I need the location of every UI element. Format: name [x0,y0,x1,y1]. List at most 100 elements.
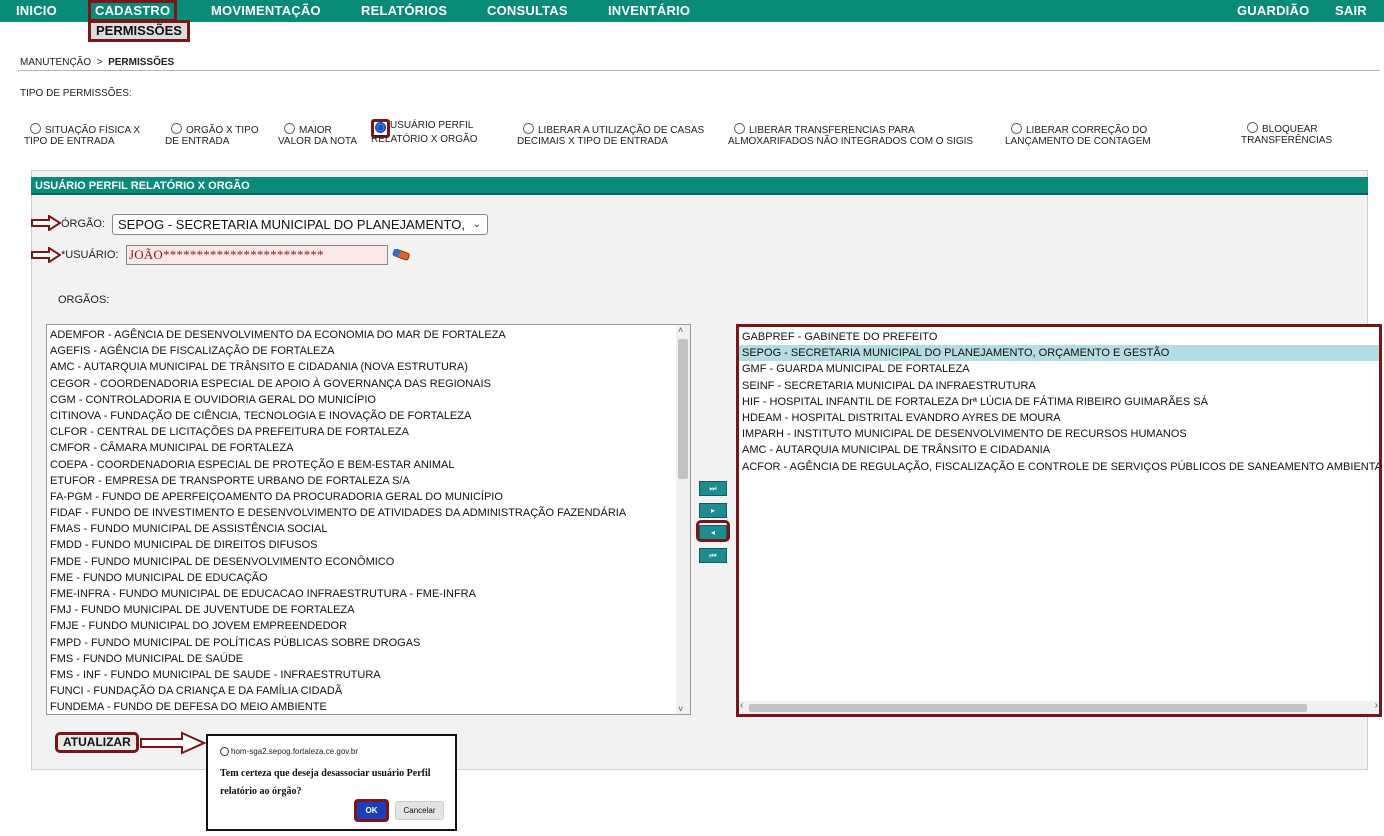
dialog-host: hom-sga2.sepog.fortaleza.ce.gov.br [220,747,358,756]
nav-consultas[interactable]: CONSULTAS [487,3,568,18]
list-item[interactable]: SEPOG - SECRETARIA MUNICIPAL DO PLANEJAM… [739,345,1379,362]
move-all-left-button[interactable]: ⏮ [699,548,727,563]
move-all-right-button[interactable]: ⏭ [699,481,727,496]
radio-label-line2: VALOR DA NOTA [278,136,358,147]
breadcrumb-separator: > [96,57,103,68]
scroll-left-icon[interactable]: ‹ [740,700,743,711]
list-item[interactable]: FMDD - FUNDO MUNICIPAL DE DIREITOS DIFUS… [47,537,690,553]
breadcrumb-parent[interactable]: MANUTENÇÃO [20,57,91,68]
radio-label-line2: DECIMAIS X TIPO DE ENTRADA [517,136,668,147]
radio-option-maior-valor-nota[interactable]: MAIOR VALOR DA NOTA [278,123,357,147]
list-item[interactable]: FMDE - FUNDO MUNICIPAL DE DESENVOLVIMENT… [47,554,690,570]
dialog-host-text: hom-sga2.sepog.fortaleza.ce.gov.br [231,747,359,756]
orgao-label: ÓRGÃO: [61,218,106,230]
move-right-button[interactable]: ▸ [699,503,727,518]
radio-option-orgao-tipo-entrada[interactable]: ORGÃO X TIPO DE ENTRADA [165,123,259,147]
radio-option-liberar-transferencias[interactable]: LIBERAR TRANSFERENCIAS PARA ALMOXARIFADO… [728,123,973,147]
list-item[interactable]: AMC - AUTARQUIA MUNICIPAL DE TRÂNSITO E … [739,442,1379,458]
scrollbar-thumb[interactable] [749,704,1307,712]
radio-button[interactable] [171,123,182,134]
list-item[interactable]: HIF - HOSPITAL INFANTIL DE FORTALEZA Drª… [739,394,1379,410]
list-item[interactable]: CITINOVA - FUNDAÇÃO DE CIÊNCIA, TECNOLOG… [47,408,690,424]
atualizar-button[interactable]: ATUALIZAR [55,732,139,753]
radio-button[interactable] [30,123,41,134]
list-item[interactable]: FA-PGM - FUNDO DE APERFEIÇOAMENTO DA PRO… [47,489,690,505]
selected-orgaos-list[interactable]: GABPREF - GABINETE DO PREFEITO SEPOG - SE… [736,324,1382,717]
scroll-right-icon[interactable]: › [1375,700,1378,711]
list-item[interactable]: FMJ - FUNDO MUNICIPAL DE JUVENTUDE DE FO… [47,602,690,618]
submenu-permissoes[interactable]: PERMISSÕES [88,20,190,42]
list-item[interactable]: FME-INFRA - FUNDO MUNICIPAL DE EDUCACAO … [47,586,690,602]
radio-label-line2: ALMOXARIFADOS NÃO INTEGRADOS COM O SIGIS [728,136,974,147]
nav-inventario[interactable]: INVENTÁRIO [608,3,690,18]
scroll-up-icon[interactable]: ˄ [678,325,683,335]
orgao-select-value: SEPOG - SECRETARIA MUNICIPAL DO PLANEJAM… [118,217,465,232]
scrollbar-thumb[interactable] [678,339,688,479]
radio-button[interactable] [1247,122,1258,133]
usuario-field[interactable]: JOÃO************************ [126,245,388,265]
radio-option-liberar-correcao[interactable]: LIBERAR CORREÇÃO DO LANÇAMENTO DE CONTAG… [1005,123,1151,147]
list-item[interactable]: AGEFIS - AGÊNCIA DE FISCALIZAÇÃO DE FORT… [47,343,690,359]
list-item[interactable]: FME - FUNDO MUNICIPAL DE EDUCAÇÃO [47,570,690,586]
list-item[interactable]: CEGOR - COORDENADORIA ESPECIAL DE APOIO … [47,376,690,392]
list-item[interactable]: ADEMFOR - AGÊNCIA DE DESENVOLVIMENTO DA … [47,327,690,343]
cancel-button[interactable]: Cancelar [395,801,444,820]
radio-label-line1: LIBERAR TRANSFERENCIAS PARA [749,125,915,136]
list-item[interactable]: ETUFOR - EMPRESA DE TRANSPORTE URBANO DE… [47,473,690,489]
list-item[interactable]: CGM - CONTROLADORIA E OUVIDORIA GERAL DO… [47,392,690,408]
list-item[interactable]: FUNCI - FUNDAÇÃO DA CRIANÇA E DA FAMÍLIA… [47,683,690,699]
nav-guardiao[interactable]: GUARDIÃO [1237,3,1309,18]
radio-button[interactable] [523,123,534,134]
list-item[interactable]: AMC - AUTARQUIA MUNICIPAL DE TRÂNSITO E … [47,359,690,375]
nav-sair[interactable]: SAIR [1335,3,1367,18]
list-item[interactable]: HDEAM - HOSPITAL DISTRITAL EVANDRO AYRES… [739,410,1379,426]
list-item[interactable]: FMJE - FUNDO MUNICIPAL DO JOVEM EMPREEND… [47,618,690,634]
radio-label-line1: USUÁRIO PERFIL [390,120,474,131]
list-item[interactable]: FMAS - FUNDO MUNICIPAL DE ASSISTÊNCIA SO… [47,521,690,537]
breadcrumb: MANUTENÇÃO > PERMISSÕES [20,57,174,68]
radio-label-line2: DE ENTRADA [165,136,230,147]
chevron-down-icon: ⌄ [472,219,481,230]
list-item[interactable]: SEINF - SECRETARIA MUNICIPAL DA INFRAEST… [739,378,1379,394]
nav-movimentacao[interactable]: MOVIMENTAÇÃO [211,3,321,18]
list-item[interactable]: GABPREF - GABINETE DO PREFEITO [739,329,1379,345]
radio-label-line1: BLOQUEAR [1262,124,1318,135]
radio-label-line1: LIBERAR CORREÇÃO DO [1026,125,1148,136]
vertical-scrollbar[interactable]: ˄ ˅ [676,325,690,714]
radio-button[interactable] [1011,123,1022,134]
annotation-arrow-icon [140,731,206,755]
nav-relatorios[interactable]: RELATÓRIOS [361,3,447,18]
available-orgaos-list[interactable]: ADEMFOR - AGÊNCIA DE DESENVOLVIMENTO DA … [46,324,691,715]
scroll-down-icon[interactable]: ˅ [678,704,683,714]
list-item[interactable]: FMS - INF - FUNDO MUNICIPAL DE SAUDE - I… [47,667,690,683]
list-item[interactable]: CLFOR - CENTRAL DE LICITAÇÕES DA PREFEIT… [47,424,690,440]
confirm-dialog: hom-sga2.sepog.fortaleza.ce.gov.br Tem c… [206,734,457,831]
list-item[interactable]: ACFOR - AGÊNCIA DE REGULAÇÃO, FISCALIZAÇ… [739,459,1379,475]
breadcrumb-divider [18,70,1380,71]
list-item[interactable]: IMPARH - INSTITUTO MUNICIPAL DE DESENVOL… [739,426,1379,442]
list-item[interactable]: COEPA - COORDENADORIA ESPECIAL DE PROTEÇ… [47,457,690,473]
radio-button[interactable] [734,123,745,134]
top-nav: INICIO CADASTRO MOVIMENTAÇÃO RELATÓRIOS … [0,0,1384,22]
nav-inicio[interactable]: INICIO [16,3,57,18]
list-item[interactable]: FIDAF - FUNDO DE INVESTIMENTO E DESENVOL… [47,505,690,521]
eraser-icon[interactable] [391,249,411,261]
radio-option-situacao-fisica[interactable]: SITUAÇÃO FÍSICA X TIPO DE ENTRADA [24,123,140,147]
list-item[interactable]: GMF - GUARDA MUNICIPAL DE FORTALEZA [739,361,1379,377]
usuario-label: *USUÁRIO: [61,249,119,261]
horizontal-scrollbar[interactable]: ‹ › [739,700,1379,714]
radio-option-usuario-perfil-relatorio[interactable]: USUÁRIO PERFIL RELATÓRIO X ORGÃO [371,119,478,149]
radio-option-bloquear-transferencias[interactable]: BLOQUEAR TRANSFERÊNCIAS [1241,122,1332,146]
globe-icon [220,747,229,756]
radio-button-checked[interactable] [375,122,386,133]
list-item[interactable]: FMS - FUNDO MUNICIPAL DE SAÚDE [47,651,690,667]
ok-button[interactable]: OK [354,799,389,822]
list-item[interactable]: FMPD - FUNDO MUNICIPAL DE POLÍTICAS PÚBL… [47,635,690,651]
nav-cadastro[interactable]: CADASTRO [88,0,178,22]
list-item[interactable]: FUNDEMA - FUNDO DE DEFESA DO MEIO AMBIEN… [47,699,690,714]
radio-button[interactable] [284,123,295,134]
radio-label-line1: LIBERAR A UTILIZAÇÃO DE CASAS [538,125,705,136]
radio-option-liberar-casas-decimais[interactable]: LIBERAR A UTILIZAÇÃO DE CASAS DECIMAIS X… [517,123,705,147]
list-item[interactable]: CMFOR - CÂMARA MUNICIPAL DE FORTALEZA [47,440,690,456]
orgao-select[interactable]: SEPOG - SECRETARIA MUNICIPAL DO PLANEJAM… [112,214,488,235]
